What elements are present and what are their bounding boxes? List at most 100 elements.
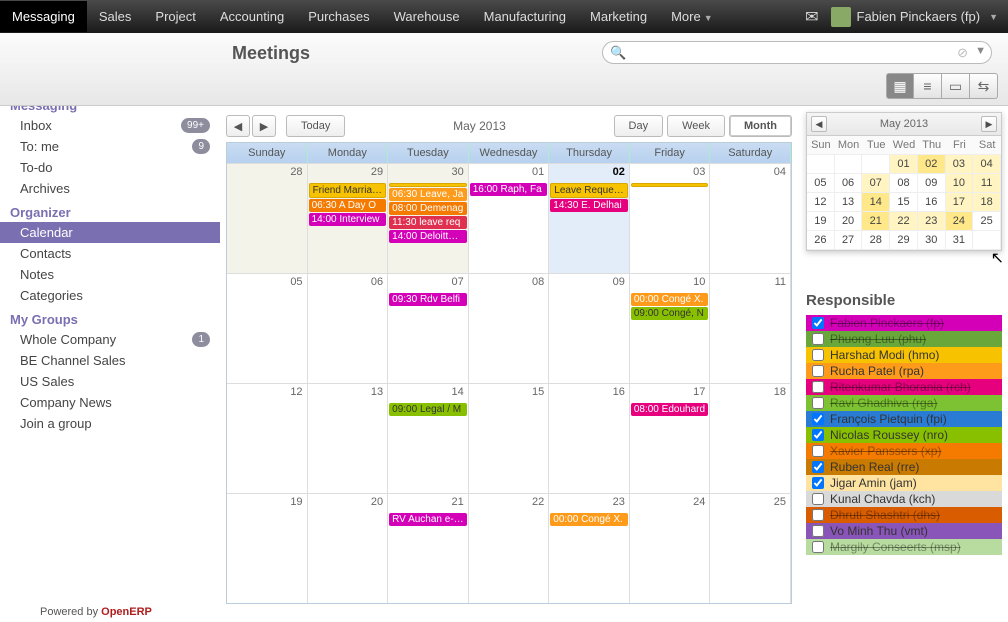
mini-day[interactable]: 29 <box>890 231 918 250</box>
responsible-checkbox[interactable] <box>812 397 824 409</box>
calendar-cell[interactable]: 1708:00 Edouhard <box>630 383 711 493</box>
calendar-cell[interactable]: 03 <box>630 163 711 273</box>
calendar-cell[interactable]: 21RV Auchan e-business à Bxl - a <box>388 493 469 603</box>
responsible-checkbox[interactable] <box>812 477 824 489</box>
calendar-event[interactable]: 08:00 Edouhard <box>631 403 709 416</box>
sidebar-item-inbox[interactable]: Inbox99+ <box>0 115 220 136</box>
mini-day[interactable]: 18 <box>973 193 1001 212</box>
responsible-item[interactable]: Fabien Pinckaers (fp) <box>806 315 1002 331</box>
calendar-cell[interactable]: 1000:00 Congé X.09:00 Congé, N <box>630 273 711 383</box>
calendar-cell[interactable]: 24 <box>630 493 711 603</box>
responsible-item[interactable]: Jigar Amin (jam) <box>806 475 1002 491</box>
mini-day[interactable]: 30 <box>918 231 946 250</box>
calendar-cell[interactable]: 2300:00 Congé X. <box>549 493 630 603</box>
calendar-cell[interactable]: 06 <box>308 273 389 383</box>
sidebar-item-archives[interactable]: Archives <box>0 178 220 199</box>
mail-icon[interactable]: ✉ <box>793 0 830 35</box>
mini-day[interactable]: 13 <box>835 193 863 212</box>
mini-day[interactable]: 02 <box>918 155 946 174</box>
calendar-cell[interactable]: 0709:30 Rdv Belfi <box>388 273 469 383</box>
clear-icon[interactable]: ⊘ <box>957 45 968 61</box>
mini-day[interactable]: 07 <box>862 174 890 193</box>
range-day-button[interactable]: Day <box>614 115 664 137</box>
responsible-checkbox[interactable] <box>812 349 824 361</box>
responsible-checkbox[interactable] <box>812 509 824 521</box>
mini-day[interactable]: 17 <box>946 193 974 212</box>
responsible-checkbox[interactable] <box>812 493 824 505</box>
responsible-checkbox[interactable] <box>812 413 824 425</box>
calendar-event[interactable]: 00:00 Congé X. <box>550 513 628 526</box>
calendar-event[interactable]: 09:30 Rdv Belfi <box>389 293 467 306</box>
calendar-cell[interactable]: 04 <box>710 163 791 273</box>
mini-day[interactable]: 28 <box>862 231 890 250</box>
calendar-cell[interactable]: 20 <box>308 493 389 603</box>
calendar-event[interactable] <box>631 183 709 187</box>
calendar-event[interactable]: 14:00 Deloitte R <box>389 230 467 243</box>
sidebar-item-be-channel-sales[interactable]: BE Channel Sales <box>0 350 220 371</box>
responsible-item[interactable]: Vo Minh Thu (vmt) <box>806 523 1002 539</box>
calendar-cell[interactable]: 05 <box>227 273 308 383</box>
nav-more[interactable]: More▼ <box>659 1 725 32</box>
responsible-item[interactable]: Ravi Ghadhiva (rga) <box>806 395 1002 411</box>
mini-day[interactable]: 26 <box>807 231 835 250</box>
calendar-event[interactable]: 00:00 Congé X. <box>631 293 709 306</box>
cal-prev-button[interactable]: ◀ <box>226 115 250 137</box>
responsible-item[interactable]: Phuong Luu (phu) <box>806 331 1002 347</box>
mini-day[interactable]: 12 <box>807 193 835 212</box>
range-month-button[interactable]: Month <box>729 115 792 137</box>
view-form-button[interactable]: ▭ <box>942 73 970 99</box>
calendar-cell[interactable]: 0116:00 Raph, Fa <box>469 163 550 273</box>
calendar-event[interactable]: RV Auchan e-business à Bxl - a <box>389 513 467 526</box>
responsible-item[interactable]: Rucha Patel (rpa) <box>806 363 1002 379</box>
calendar-cell[interactable]: 18 <box>710 383 791 493</box>
cal-next-button[interactable]: ▶ <box>252 115 276 137</box>
nav-item-messaging[interactable]: Messaging <box>0 1 87 32</box>
mini-day[interactable]: 05 <box>807 174 835 193</box>
responsible-item[interactable]: Harshad Modi (hmo) <box>806 347 1002 363</box>
range-week-button[interactable]: Week <box>667 115 725 137</box>
calendar-cell[interactable]: 11 <box>710 273 791 383</box>
sidebar-item-contacts[interactable]: Contacts <box>0 243 220 264</box>
view-calendar-button[interactable]: ▦ <box>886 73 914 99</box>
mini-day[interactable]: 31 <box>946 231 974 250</box>
mini-day[interactable]: 23 <box>918 212 946 231</box>
calendar-cell[interactable]: 25 <box>710 493 791 603</box>
sidebar-item-to-do[interactable]: To-do <box>0 157 220 178</box>
calendar-cell[interactable]: 28 <box>227 163 308 273</box>
calendar-cell[interactable]: 15 <box>469 383 550 493</box>
calendar-cell[interactable]: 02Leave Request, Ansel Cloquet14:30 E. D… <box>549 163 630 273</box>
responsible-item[interactable]: Ritenkumar Bhorania (rch) <box>806 379 1002 395</box>
cal-today-button[interactable]: Today <box>286 115 345 137</box>
mini-day[interactable]: 16 <box>918 193 946 212</box>
nav-item-project[interactable]: Project <box>143 1 207 32</box>
mini-day[interactable]: 08 <box>890 174 918 193</box>
view-list-button[interactable]: ≡ <box>914 73 942 99</box>
sidebar-item-calendar[interactable]: Calendar <box>0 222 220 243</box>
calendar-cell[interactable]: 22 <box>469 493 550 603</box>
search-input[interactable] <box>602 41 992 64</box>
calendar-cell[interactable]: 13 <box>308 383 389 493</box>
mini-day[interactable]: 04 <box>973 155 1001 174</box>
mini-day[interactable]: 09 <box>918 174 946 193</box>
sidebar-item-notes[interactable]: Notes <box>0 264 220 285</box>
responsible-checkbox[interactable] <box>812 429 824 441</box>
calendar-event[interactable]: 14:30 E. Delhai <box>550 199 628 212</box>
mini-day[interactable]: 25 <box>973 212 1001 231</box>
calendar-cell[interactable]: 19 <box>227 493 308 603</box>
mini-day[interactable]: 20 <box>835 212 863 231</box>
responsible-checkbox[interactable] <box>812 541 824 553</box>
responsible-item[interactable]: Kunal Chavda (kch) <box>806 491 1002 507</box>
calendar-cell[interactable]: 09 <box>549 273 630 383</box>
sidebar-item-company-news[interactable]: Company News <box>0 392 220 413</box>
responsible-checkbox[interactable] <box>812 365 824 377</box>
mini-day[interactable]: 22 <box>890 212 918 231</box>
sidebar-item-to-me[interactable]: To: me9 <box>0 136 220 157</box>
nav-item-marketing[interactable]: Marketing <box>578 1 659 32</box>
sidebar-item-whole-company[interactable]: Whole Company1 <box>0 329 220 350</box>
calendar-event[interactable]: 06:30 Leave, Ja <box>389 188 467 201</box>
calendar-cell[interactable]: 29Friend Marriage, Kuldeep Joshi06:30 A … <box>308 163 389 273</box>
mini-day[interactable] <box>835 155 863 174</box>
responsible-checkbox[interactable] <box>812 461 824 473</box>
mini-day[interactable] <box>973 231 1001 250</box>
responsible-item[interactable]: Dhruti Shashtri (dhs) <box>806 507 1002 523</box>
